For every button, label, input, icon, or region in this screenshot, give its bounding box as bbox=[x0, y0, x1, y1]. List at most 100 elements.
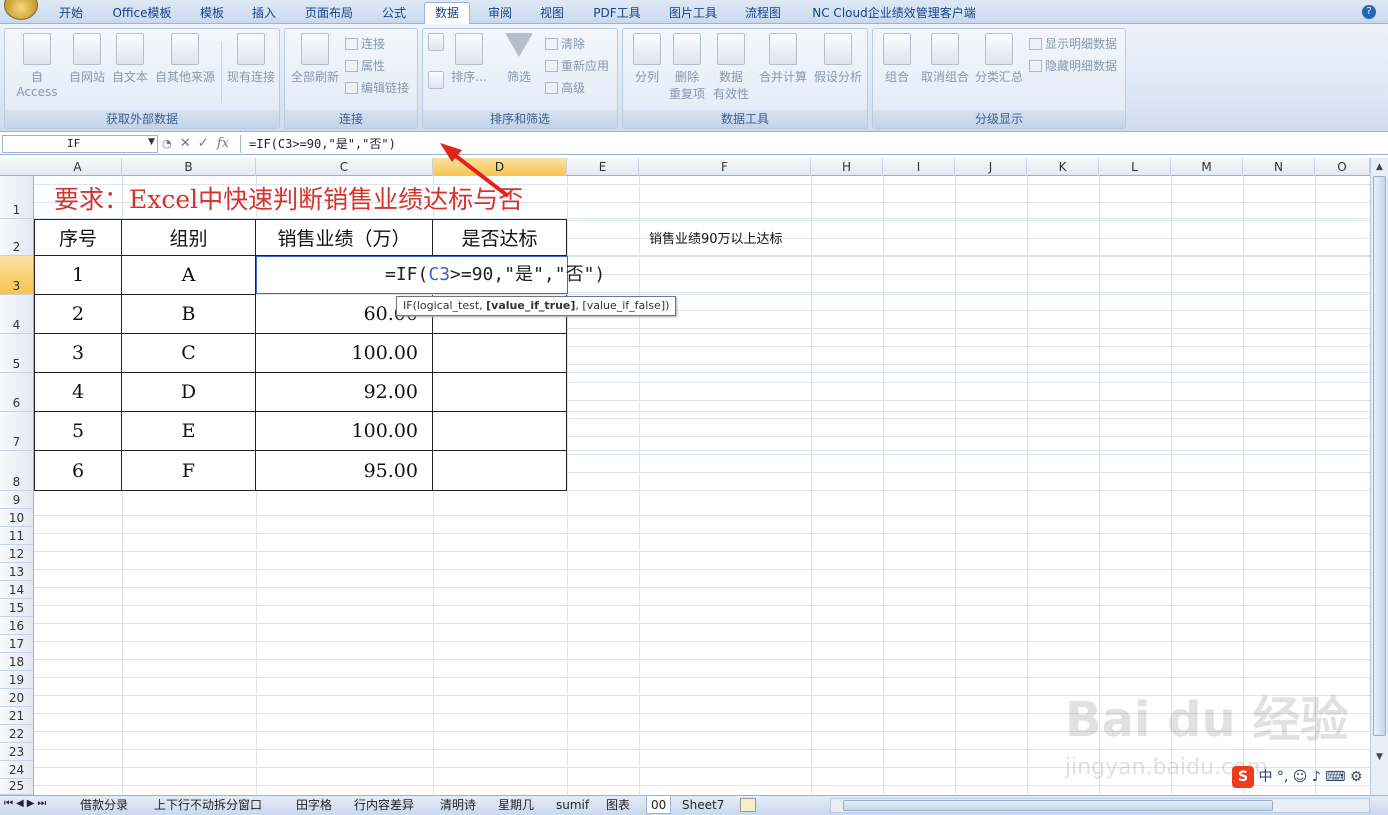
filter-button[interactable]: 筛选 bbox=[499, 33, 539, 85]
sheet-tab[interactable]: 清明诗 bbox=[440, 796, 476, 814]
table-cell[interactable]: 5 bbox=[34, 412, 122, 451]
column-header[interactable]: B bbox=[122, 158, 256, 176]
row-header[interactable]: 16 bbox=[0, 617, 34, 635]
refresh-all-button[interactable]: 全部刷新 bbox=[289, 33, 341, 85]
row-header[interactable]: 5 bbox=[0, 334, 34, 373]
column-header[interactable]: M bbox=[1171, 158, 1243, 176]
row-header[interactable]: 23 bbox=[0, 743, 34, 761]
sogou-logo-icon[interactable]: S bbox=[1232, 766, 1254, 788]
column-header-selected[interactable]: D bbox=[433, 158, 567, 176]
sheet-tab[interactable]: 借款分录 bbox=[80, 796, 128, 814]
sheet-tab[interactable]: 行内容差异 bbox=[354, 796, 414, 814]
tab-home[interactable]: 开始 bbox=[50, 3, 92, 23]
table-cell[interactable]: 100.00 bbox=[256, 334, 433, 373]
tab-formulas[interactable]: 公式 bbox=[374, 3, 414, 23]
row-header[interactable]: 18 bbox=[0, 653, 34, 671]
table-cell[interactable]: B bbox=[122, 295, 256, 334]
tab-office-templates[interactable]: Office模板 bbox=[104, 3, 180, 23]
row-header[interactable]: 1 bbox=[0, 176, 34, 219]
tab-templates[interactable]: 模板 bbox=[192, 3, 232, 23]
horizontal-scrollbar[interactable] bbox=[830, 798, 1370, 813]
row-header[interactable]: 19 bbox=[0, 671, 34, 689]
help-icon[interactable]: ? bbox=[1362, 5, 1376, 19]
table-cell[interactable]: E bbox=[122, 412, 256, 451]
hide-detail-button[interactable]: 隐藏明细数据 bbox=[1029, 57, 1117, 75]
sheet-tab[interactable]: 田字格 bbox=[296, 796, 332, 814]
scroll-down-icon[interactable]: ▼ bbox=[1373, 750, 1386, 764]
table-cell[interactable]: 1 bbox=[34, 256, 122, 295]
sheet-tab[interactable]: 上下行不动拆分窗口 bbox=[154, 796, 262, 814]
sheet-tab[interactable]: sumif bbox=[556, 796, 589, 814]
clear-filter-button[interactable]: 清除 bbox=[545, 35, 585, 53]
scroll-thumb[interactable] bbox=[1373, 176, 1386, 736]
sheet-tab-active[interactable]: 00 bbox=[646, 796, 672, 814]
sheet-tab[interactable]: Sheet7 bbox=[682, 796, 724, 814]
remove-duplicates-button[interactable]: 删除 重复项 bbox=[669, 33, 705, 102]
sort-desc-button[interactable] bbox=[427, 71, 445, 92]
row-header[interactable]: 10 bbox=[0, 509, 34, 527]
table-cell[interactable]: 6 bbox=[34, 451, 122, 491]
row-header[interactable]: 13 bbox=[0, 563, 34, 581]
table-cell[interactable]: D bbox=[122, 373, 256, 412]
tab-page-layout[interactable]: 页面布局 bbox=[296, 3, 362, 23]
consolidate-button[interactable]: 合并计算 bbox=[757, 33, 809, 85]
from-text-button[interactable]: 自文本 bbox=[109, 33, 151, 85]
subtotal-button[interactable]: 分类汇总 bbox=[973, 33, 1025, 85]
sheet-nav-arrows-icon[interactable]: ⏮◀▶⏭ bbox=[4, 798, 49, 809]
table-cell[interactable]: A bbox=[122, 256, 256, 295]
table-cell[interactable]: 92.00 bbox=[256, 373, 433, 412]
sort-asc-button[interactable] bbox=[427, 33, 445, 54]
sheet-title[interactable]: 要求：Excel中快速判断销售业绩达标与否 bbox=[54, 180, 523, 216]
what-if-analysis-button[interactable]: 假设分析 bbox=[811, 33, 865, 85]
active-edit-cell[interactable]: =IF(C3>=90,"是","否") bbox=[256, 256, 605, 294]
table-cell[interactable]: 95.00 bbox=[256, 451, 433, 491]
table-cell[interactable]: 3 bbox=[34, 334, 122, 373]
table-cell[interactable] bbox=[433, 373, 567, 412]
column-header[interactable]: I bbox=[883, 158, 955, 176]
scroll-up-icon[interactable]: ▲ bbox=[1373, 160, 1386, 174]
table-cell[interactable]: C bbox=[122, 334, 256, 373]
row-header[interactable]: 14 bbox=[0, 581, 34, 599]
connections-button[interactable]: 连接 bbox=[345, 35, 385, 53]
row-header[interactable]: 21 bbox=[0, 707, 34, 725]
column-header[interactable]: F bbox=[639, 158, 811, 176]
row-header[interactable]: 9 bbox=[0, 491, 34, 509]
row-header[interactable]: 6 bbox=[0, 373, 34, 412]
table-cell[interactable]: F bbox=[122, 451, 256, 491]
from-access-button[interactable]: 自 Access bbox=[9, 33, 65, 99]
row-header[interactable]: 25 bbox=[0, 779, 34, 795]
column-header[interactable]: N bbox=[1243, 158, 1315, 176]
row-header[interactable]: 24 bbox=[0, 761, 34, 779]
scroll-thumb[interactable] bbox=[843, 800, 1273, 811]
sheet-tab[interactable]: 星期几 bbox=[498, 796, 534, 814]
row-header[interactable]: 22 bbox=[0, 725, 34, 743]
enter-icon[interactable]: ✓ bbox=[198, 136, 209, 151]
text-to-columns-button[interactable]: 分列 bbox=[627, 33, 667, 85]
existing-connections-button[interactable]: 现有连接 bbox=[225, 33, 277, 85]
tab-insert[interactable]: 插入 bbox=[244, 3, 284, 23]
row-header[interactable]: 4 bbox=[0, 295, 34, 334]
insert-sheet-icon[interactable] bbox=[740, 798, 756, 812]
tab-data[interactable]: 数据 bbox=[424, 2, 470, 25]
header-cell-no[interactable]: 序号 bbox=[34, 219, 122, 256]
cancel-icon[interactable]: ✕ bbox=[180, 136, 191, 151]
row-header[interactable]: 7 bbox=[0, 412, 34, 451]
row-header[interactable]: 15 bbox=[0, 599, 34, 617]
column-header[interactable]: K bbox=[1027, 158, 1099, 176]
column-header[interactable]: J bbox=[955, 158, 1027, 176]
column-header[interactable]: C bbox=[256, 158, 433, 176]
properties-button[interactable]: 属性 bbox=[345, 57, 385, 75]
row-header[interactable]: 11 bbox=[0, 527, 34, 545]
ime-controls[interactable]: 中 °, ☺ ♪ ⌨ ⚙ bbox=[1258, 769, 1362, 785]
table-cell[interactable]: 4 bbox=[34, 373, 122, 412]
header-cell-sales[interactable]: 销售业绩（万） bbox=[256, 219, 433, 256]
insert-function-icon[interactable]: fx bbox=[217, 136, 229, 151]
row-header[interactable]: 2 bbox=[0, 219, 34, 256]
column-header[interactable]: O bbox=[1315, 158, 1370, 176]
row-header[interactable]: 12 bbox=[0, 545, 34, 563]
column-header[interactable]: H bbox=[811, 158, 883, 176]
from-other-sources-button[interactable]: 自其他来源 bbox=[153, 33, 217, 85]
name-box-dropdown-icon[interactable]: ▼ bbox=[148, 137, 155, 147]
tab-flowchart[interactable]: 流程图 bbox=[738, 3, 788, 23]
show-detail-button[interactable]: 显示明细数据 bbox=[1029, 35, 1117, 53]
